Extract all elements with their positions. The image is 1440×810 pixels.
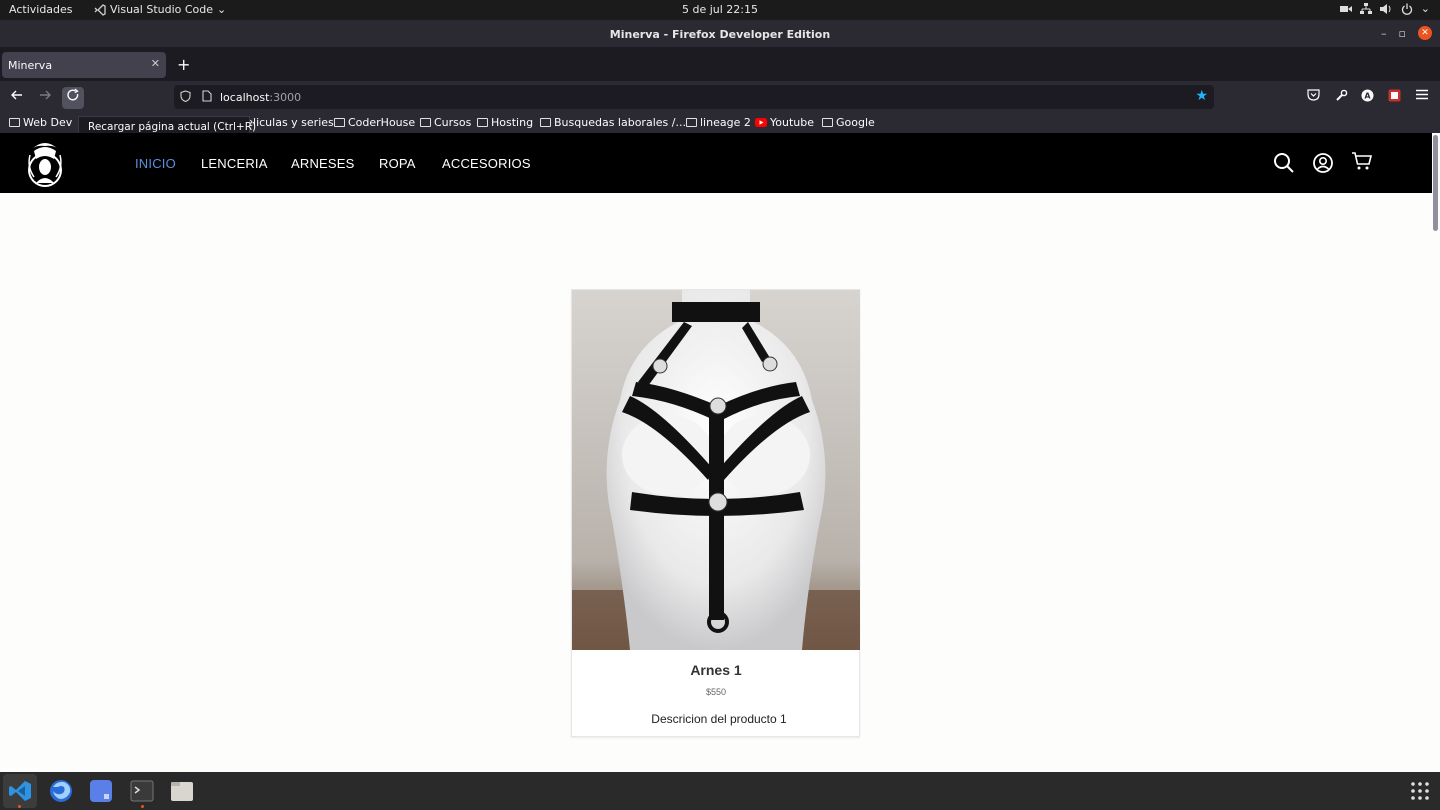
network-icon	[1359, 2, 1372, 14]
pocket-icon[interactable]	[1307, 89, 1320, 104]
extension-icon[interactable]	[1388, 89, 1401, 105]
bookmark-star-icon[interactable]: ★	[1195, 88, 1208, 104]
youtube-icon	[755, 118, 767, 127]
tab-strip: Minerva ✕	[0, 47, 1440, 81]
folder-icon	[822, 118, 833, 127]
tab-label: Minerva	[8, 59, 53, 72]
reload-button[interactable]	[62, 87, 84, 109]
folder-icon	[686, 118, 697, 127]
product-title: Arnes 1	[690, 662, 742, 678]
dock-app-icon[interactable]	[89, 779, 113, 803]
product-description: Descricion del producto 1	[651, 712, 787, 726]
folder-icon	[334, 118, 345, 127]
system-tray[interactable]: ⌄	[1339, 2, 1430, 15]
product-image[interactable]	[572, 290, 860, 650]
bookmark-web-dev[interactable]: Web Dev	[9, 116, 72, 129]
show-apps-grid-icon[interactable]	[1408, 779, 1432, 803]
site-header: INICIO LENCERIA ARNESES ROPA ACCESORIOS	[0, 133, 1432, 193]
back-button[interactable]	[6, 87, 28, 109]
window-title-bar: Minerva - Firefox Developer Edition – ▫ …	[0, 20, 1440, 47]
folder-icon	[540, 118, 551, 127]
hamburger-menu-icon[interactable]	[1416, 89, 1428, 103]
forward-button[interactable]	[34, 87, 56, 109]
navigation-toolbar: localhost:3000 ★ A	[0, 81, 1440, 113]
new-tab-button[interactable]: +	[177, 55, 190, 74]
bookmark-cursos[interactable]: Cursos	[420, 116, 471, 129]
search-icon[interactable]	[1272, 151, 1296, 175]
bookmark-coderhouse[interactable]: CoderHouse	[334, 116, 415, 129]
dock-files-icon[interactable]	[170, 779, 194, 803]
system-top-bar: Actividades Visual Studio Code ⌄ 5 de ju…	[0, 0, 1440, 20]
site-logo[interactable]	[24, 137, 66, 191]
arrow-right-icon	[40, 90, 51, 100]
close-window-button[interactable]: ✕	[1418, 26, 1432, 40]
maximize-button[interactable]: ▫	[1399, 27, 1406, 40]
taskbar	[0, 772, 1440, 810]
nav-arneses[interactable]: ARNESES	[291, 156, 355, 171]
folder-icon	[477, 118, 488, 127]
bookmark-busquedas-laborales[interactable]: Busquedas laborales /...	[540, 116, 686, 129]
clock[interactable]: 5 de jul 22:15	[0, 3, 1440, 16]
bookmark-google[interactable]: Google	[822, 116, 875, 129]
url-text: localhost:3000	[220, 91, 302, 104]
svg-text:A: A	[1364, 92, 1371, 101]
folder-icon	[420, 118, 431, 127]
power-icon	[1401, 3, 1412, 15]
running-indicator	[18, 805, 21, 808]
nav-inicio[interactable]: INICIO	[135, 156, 176, 171]
camera-icon	[1339, 5, 1352, 12]
cart-icon[interactable]	[1350, 149, 1374, 173]
nav-accesorios[interactable]: ACCESORIOS	[442, 156, 531, 171]
reload-icon	[67, 88, 79, 101]
product-price: $550	[705, 687, 727, 697]
close-tab-icon[interactable]: ✕	[151, 57, 160, 70]
user-account-icon[interactable]	[1311, 151, 1335, 175]
vscode-app-icon	[9, 781, 31, 801]
page-icon[interactable]	[202, 90, 212, 105]
shield-icon[interactable]	[180, 90, 191, 105]
wrench-icon[interactable]	[1335, 89, 1348, 105]
url-bar[interactable]: localhost:3000 ★	[174, 85, 1214, 109]
account-icon[interactable]: A	[1361, 89, 1374, 105]
dock-vscode[interactable]	[3, 774, 37, 808]
bookmark-lineage-2[interactable]: lineage 2	[686, 116, 751, 129]
folder-icon	[9, 118, 20, 127]
bookmark-youtube[interactable]: Youtube	[755, 116, 814, 129]
chevron-down-icon: ⌄	[1420, 2, 1430, 15]
window-title: Minerva - Firefox Developer Edition	[609, 28, 831, 41]
nav-ropa[interactable]: ROPA	[379, 156, 416, 171]
running-indicator	[141, 805, 144, 808]
tab-minerva[interactable]: Minerva ✕	[2, 52, 166, 78]
dock-terminal-icon[interactable]	[130, 779, 154, 803]
page-viewport: INICIO LENCERIA ARNESES ROPA ACCESORIOS	[0, 133, 1440, 772]
product-card[interactable]: Arnes 1 $550 Descricion del producto 1	[571, 289, 860, 737]
minimize-button[interactable]: –	[1381, 27, 1387, 40]
volume-icon	[1379, 3, 1391, 14]
nav-lenceria[interactable]: LENCERIA	[201, 156, 268, 171]
dock-firefox-icon[interactable]	[49, 779, 73, 803]
page-scrollbar[interactable]	[1433, 135, 1438, 231]
arrow-left-icon	[11, 90, 22, 100]
bookmark-hosting[interactable]: Hosting	[477, 116, 533, 129]
